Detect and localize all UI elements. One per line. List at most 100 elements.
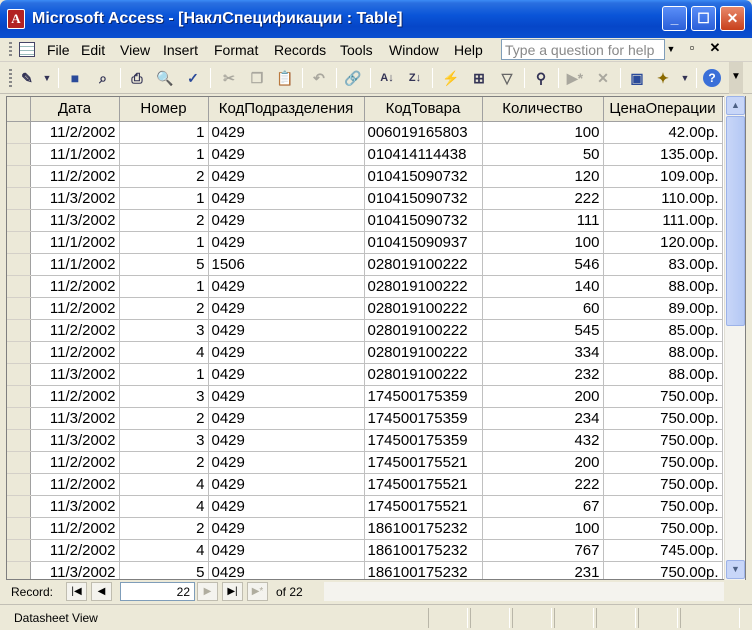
cell-number[interactable]: 4 bbox=[119, 495, 209, 518]
cell-price[interactable]: 42.00р. bbox=[603, 121, 723, 144]
cell-number[interactable]: 4 bbox=[119, 473, 209, 496]
cell-date[interactable]: 11/2/2002 bbox=[30, 517, 120, 540]
record-selector[interactable] bbox=[7, 341, 31, 364]
record-selector[interactable] bbox=[7, 561, 31, 579]
cell-product-code[interactable]: 174500175521 bbox=[364, 451, 483, 474]
cell-number[interactable]: 1 bbox=[119, 275, 209, 298]
toolbar-grip-handle[interactable] bbox=[9, 69, 12, 87]
menu-edit[interactable]: Edit bbox=[81, 42, 105, 58]
record-selector[interactable] bbox=[7, 495, 31, 518]
cell-department-code[interactable]: 0429 bbox=[208, 297, 365, 320]
table-row[interactable]: 11/1/2002 5 1506 028019100222 546 83.00р. bbox=[7, 253, 723, 276]
undo-icon[interactable]: ↶ bbox=[310, 69, 328, 87]
document-close-icon[interactable]: ✕ bbox=[708, 40, 722, 56]
cell-product-code[interactable]: 186100175232 bbox=[364, 517, 483, 540]
table-row[interactable]: 11/1/2002 1 0429 010415090937 100 120.00р. bbox=[7, 231, 723, 254]
cell-date[interactable]: 11/2/2002 bbox=[30, 539, 120, 562]
cell-department-code[interactable]: 0429 bbox=[208, 319, 365, 342]
cell-date[interactable]: 11/2/2002 bbox=[30, 319, 120, 342]
menu-help[interactable]: Help bbox=[454, 42, 483, 58]
print-icon[interactable]: ⎙ bbox=[128, 69, 146, 87]
record-selector[interactable] bbox=[7, 319, 31, 342]
cell-product-code[interactable]: 028019100222 bbox=[364, 253, 483, 276]
cell-department-code[interactable]: 0429 bbox=[208, 209, 365, 232]
cell-quantity[interactable]: 334 bbox=[482, 341, 604, 364]
cell-number[interactable]: 2 bbox=[119, 209, 209, 232]
cell-product-code[interactable]: 174500175359 bbox=[364, 385, 483, 408]
cell-price[interactable]: 750.00р. bbox=[603, 429, 723, 452]
save-icon[interactable]: ■ bbox=[66, 69, 84, 87]
cell-number[interactable]: 1 bbox=[119, 363, 209, 386]
cell-product-code[interactable]: 028019100222 bbox=[364, 363, 483, 386]
cell-date[interactable]: 11/1/2002 bbox=[30, 231, 120, 254]
cell-date[interactable]: 11/3/2002 bbox=[30, 209, 120, 232]
cell-quantity[interactable]: 546 bbox=[482, 253, 604, 276]
table-row[interactable]: 11/3/2002 4 0429 174500175521 67 750.00р. bbox=[7, 495, 723, 518]
record-selector[interactable] bbox=[7, 297, 31, 320]
cell-department-code[interactable]: 0429 bbox=[208, 363, 365, 386]
cell-price[interactable]: 88.00р. bbox=[603, 275, 723, 298]
cell-department-code[interactable]: 0429 bbox=[208, 231, 365, 254]
table-row[interactable]: 11/2/2002 4 0429 028019100222 334 88.00р. bbox=[7, 341, 723, 364]
cell-product-code[interactable]: 028019100222 bbox=[364, 275, 483, 298]
cell-date[interactable]: 11/2/2002 bbox=[30, 297, 120, 320]
maximize-button[interactable]: ☐ bbox=[691, 6, 716, 31]
cell-price[interactable]: 750.00р. bbox=[603, 407, 723, 430]
table-row[interactable]: 11/2/2002 1 0429 006019165803 100 42.00р. bbox=[7, 121, 723, 144]
record-selector[interactable] bbox=[7, 539, 31, 562]
scroll-thumb[interactable] bbox=[726, 116, 745, 326]
table-row[interactable]: 11/2/2002 2 0429 174500175521 200 750.00р. bbox=[7, 451, 723, 474]
cell-department-code[interactable]: 0429 bbox=[208, 187, 365, 210]
cell-department-code[interactable]: 0429 bbox=[208, 341, 365, 364]
cell-quantity[interactable]: 232 bbox=[482, 363, 604, 386]
cell-quantity[interactable]: 234 bbox=[482, 407, 604, 430]
cell-number[interactable]: 3 bbox=[119, 429, 209, 452]
next-record-icon[interactable]: ▶ bbox=[197, 582, 218, 601]
copy-icon[interactable]: ❐ bbox=[248, 69, 266, 87]
cell-number[interactable]: 1 bbox=[119, 231, 209, 254]
cell-quantity[interactable]: 67 bbox=[482, 495, 604, 518]
close-button[interactable]: ✕ bbox=[720, 6, 745, 31]
cell-price[interactable]: 120.00р. bbox=[603, 231, 723, 254]
find-binoculars-icon[interactable]: ⚲ bbox=[532, 69, 550, 87]
table-row[interactable]: 11/2/2002 2 0429 186100175232 100 750.00р. bbox=[7, 517, 723, 540]
cell-number[interactable]: 3 bbox=[119, 319, 209, 342]
cell-quantity[interactable]: 200 bbox=[482, 451, 604, 474]
cell-department-code[interactable]: 0429 bbox=[208, 407, 365, 430]
cell-department-code[interactable]: 0429 bbox=[208, 121, 365, 144]
cell-date[interactable]: 11/2/2002 bbox=[30, 275, 120, 298]
table-row[interactable]: 11/3/2002 5 0429 186100175232 231 750.00р. bbox=[7, 561, 723, 579]
cell-number[interactable]: 4 bbox=[119, 341, 209, 364]
cell-product-code[interactable]: 028019100222 bbox=[364, 319, 483, 342]
new-record-nav-icon[interactable]: ▶* bbox=[247, 582, 268, 601]
table-row[interactable]: 11/1/2002 1 0429 010414114438 50 135.00р. bbox=[7, 143, 723, 166]
print-preview-icon[interactable]: 🔍 bbox=[156, 69, 174, 87]
cell-number[interactable]: 2 bbox=[119, 451, 209, 474]
cell-quantity[interactable]: 231 bbox=[482, 561, 604, 579]
cell-price[interactable]: 750.00р. bbox=[603, 561, 723, 579]
cell-price[interactable]: 135.00р. bbox=[603, 143, 723, 166]
cell-date[interactable]: 11/3/2002 bbox=[30, 495, 120, 518]
cell-department-code[interactable]: 0429 bbox=[208, 539, 365, 562]
cell-date[interactable]: 11/1/2002 bbox=[30, 143, 120, 166]
paste-icon[interactable]: 📋 bbox=[276, 69, 294, 87]
cell-number[interactable]: 3 bbox=[119, 385, 209, 408]
record-selector[interactable] bbox=[7, 209, 31, 232]
horizontal-scroll-area[interactable] bbox=[324, 582, 724, 601]
table-document-icon[interactable] bbox=[19, 42, 35, 57]
cell-department-code[interactable]: 0429 bbox=[208, 165, 365, 188]
view-dropdown-icon[interactable]: ▼ bbox=[38, 69, 56, 87]
cell-quantity[interactable]: 222 bbox=[482, 187, 604, 210]
cell-price[interactable]: 83.00р. bbox=[603, 253, 723, 276]
cell-department-code[interactable]: 0429 bbox=[208, 385, 365, 408]
design-view-icon[interactable]: ✎ bbox=[18, 69, 36, 87]
cell-department-code[interactable]: 0429 bbox=[208, 561, 365, 579]
record-selector[interactable] bbox=[7, 517, 31, 540]
menu-window[interactable]: Window bbox=[389, 42, 439, 58]
table-row[interactable]: 11/2/2002 3 0429 028019100222 545 85.00р. bbox=[7, 319, 723, 342]
cell-product-code[interactable]: 010415090732 bbox=[364, 165, 483, 188]
cell-number[interactable]: 2 bbox=[119, 407, 209, 430]
cell-number[interactable]: 2 bbox=[119, 165, 209, 188]
cell-quantity[interactable]: 222 bbox=[482, 473, 604, 496]
file-search-icon[interactable]: ⌕ bbox=[94, 69, 112, 87]
